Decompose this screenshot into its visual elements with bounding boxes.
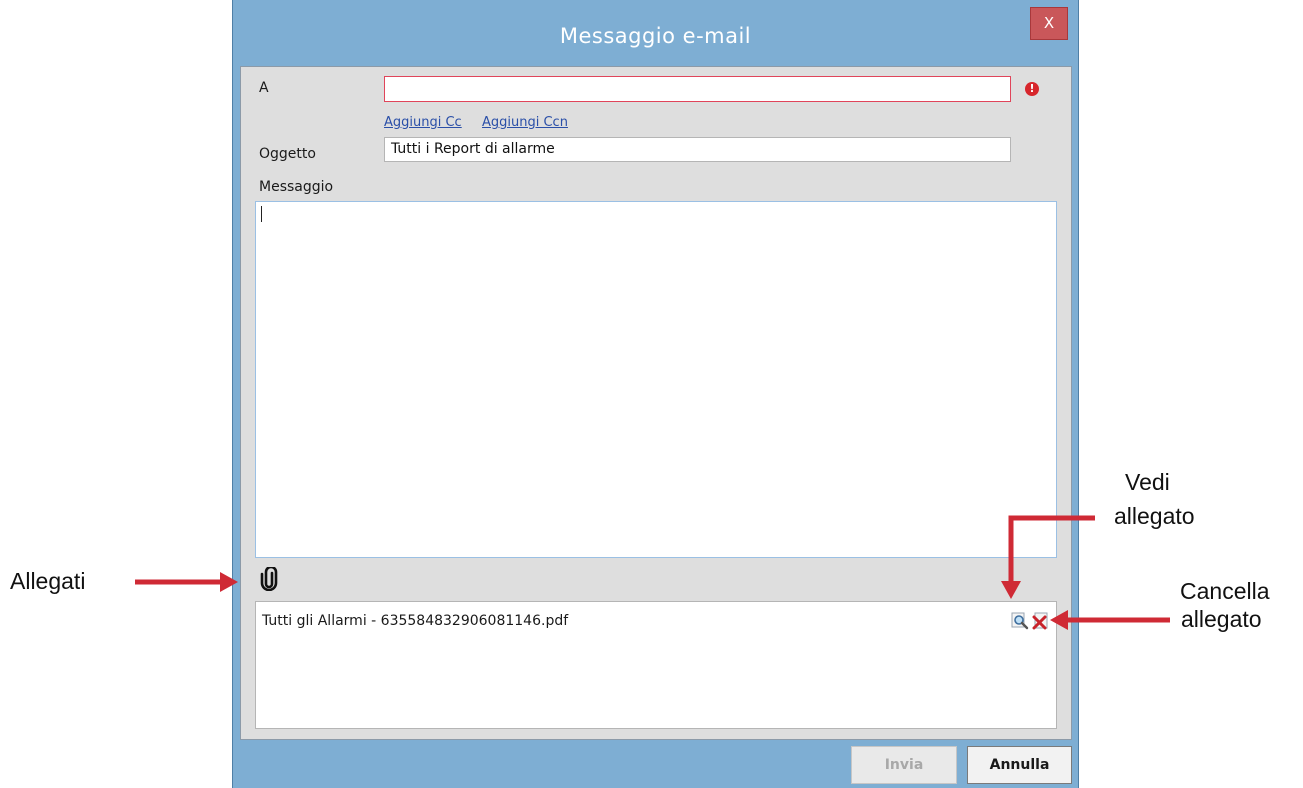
view-arrow	[1001, 515, 1095, 599]
callout-arrows	[135, 515, 1170, 630]
delete-arrow	[1050, 610, 1170, 630]
attachments-arrow	[135, 572, 238, 592]
